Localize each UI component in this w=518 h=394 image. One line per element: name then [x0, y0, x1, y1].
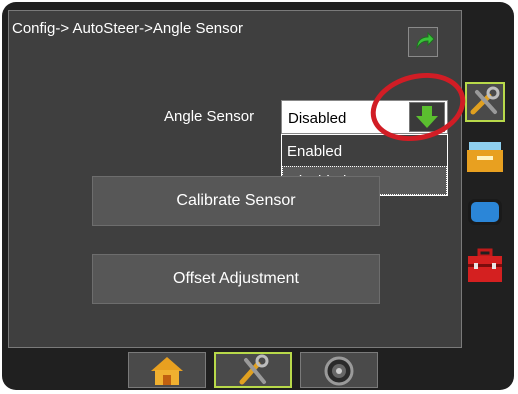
offset-adjustment-button[interactable]: Offset Adjustment — [92, 254, 380, 304]
home-icon — [151, 357, 183, 385]
toolbox-icon — [468, 248, 502, 282]
nav-home-button[interactable] — [128, 352, 206, 388]
dropdown-selected-value: Disabled — [288, 110, 347, 127]
angle-sensor-label: Angle Sensor — [164, 108, 255, 125]
side-tab-toolbox[interactable] — [465, 246, 505, 286]
nav-gauge-button[interactable] — [300, 352, 378, 388]
option-enabled[interactable]: Enabled — [282, 137, 447, 166]
bottom-navigation — [128, 352, 380, 388]
side-tab-tools[interactable] — [465, 82, 505, 122]
calibrate-sensor-button[interactable]: Calibrate Sensor — [92, 176, 380, 226]
nav-tools-button[interactable] — [214, 352, 292, 388]
side-tab-console[interactable] — [465, 192, 505, 232]
data-files-icon — [467, 142, 503, 172]
tools-icon — [470, 86, 500, 115]
back-button[interactable] — [408, 27, 438, 57]
console-icon — [468, 199, 502, 225]
gauge-icon — [324, 356, 354, 386]
side-tab-data[interactable] — [465, 136, 505, 176]
tools-icon — [239, 354, 269, 385]
breadcrumb: Config-> AutoSteer->Angle Sensor — [12, 20, 243, 37]
undo-arrow-icon — [416, 31, 435, 50]
